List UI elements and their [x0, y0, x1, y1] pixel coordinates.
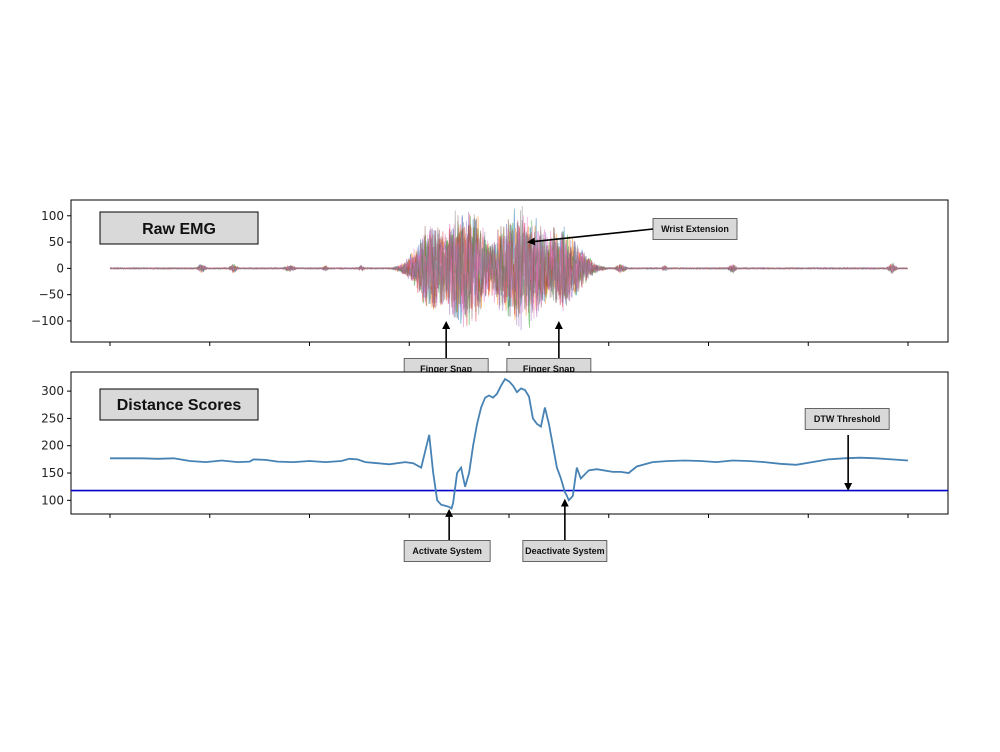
y-tick-label: 250: [41, 411, 64, 425]
y-tick-label: 300: [41, 384, 64, 398]
activate-system-callout: Activate System: [403, 540, 491, 562]
distance-panel-label-box: Distance Scores: [99, 388, 259, 421]
y-tick-label: 200: [41, 439, 64, 453]
y-tick-label: 100: [41, 209, 64, 223]
emg-x-ticks: [109, 342, 909, 346]
emg-panel: −100−50050100 Raw EMG Wrist ExtensionFin…: [31, 199, 949, 380]
activate-system-callout-text: Activate System: [412, 546, 482, 556]
y-tick-label: −50: [39, 288, 64, 302]
distance-x-ticks: [109, 514, 909, 518]
wrist-extension-callout: Wrist Extension: [652, 218, 738, 240]
y-tick-label: −100: [31, 314, 64, 328]
distance-panel: 100 150 200 250 300 Distance Scores Activate…: [41, 371, 949, 562]
emg-panel-label: Raw EMG: [142, 221, 216, 238]
emg-panel-label-box: Raw EMG: [99, 211, 259, 245]
distance-y-axis: 100 150 200 250 300: [41, 384, 71, 507]
figure: −100−50050100 Raw EMG Wrist ExtensionFin…: [31, 199, 949, 562]
deactivate-system-callout-text: Deactivate System: [525, 546, 605, 556]
emg-y-axis: −100 −50 0 50 100: [31, 209, 71, 328]
y-tick-label: 150: [41, 466, 64, 480]
dtw-threshold-callout-text: DTW Threshold: [814, 414, 881, 424]
wrist-extension-callout-text: Wrist Extension: [661, 224, 729, 234]
distance-panel-label: Distance Scores: [117, 397, 242, 414]
y-tick-label: 100: [41, 493, 64, 507]
y-tick-label: 0: [56, 261, 64, 275]
deactivate-system-callout: Deactivate System: [522, 540, 608, 562]
y-tick-label: 50: [49, 235, 64, 249]
dtw-threshold-callout: DTW Threshold: [804, 408, 890, 430]
